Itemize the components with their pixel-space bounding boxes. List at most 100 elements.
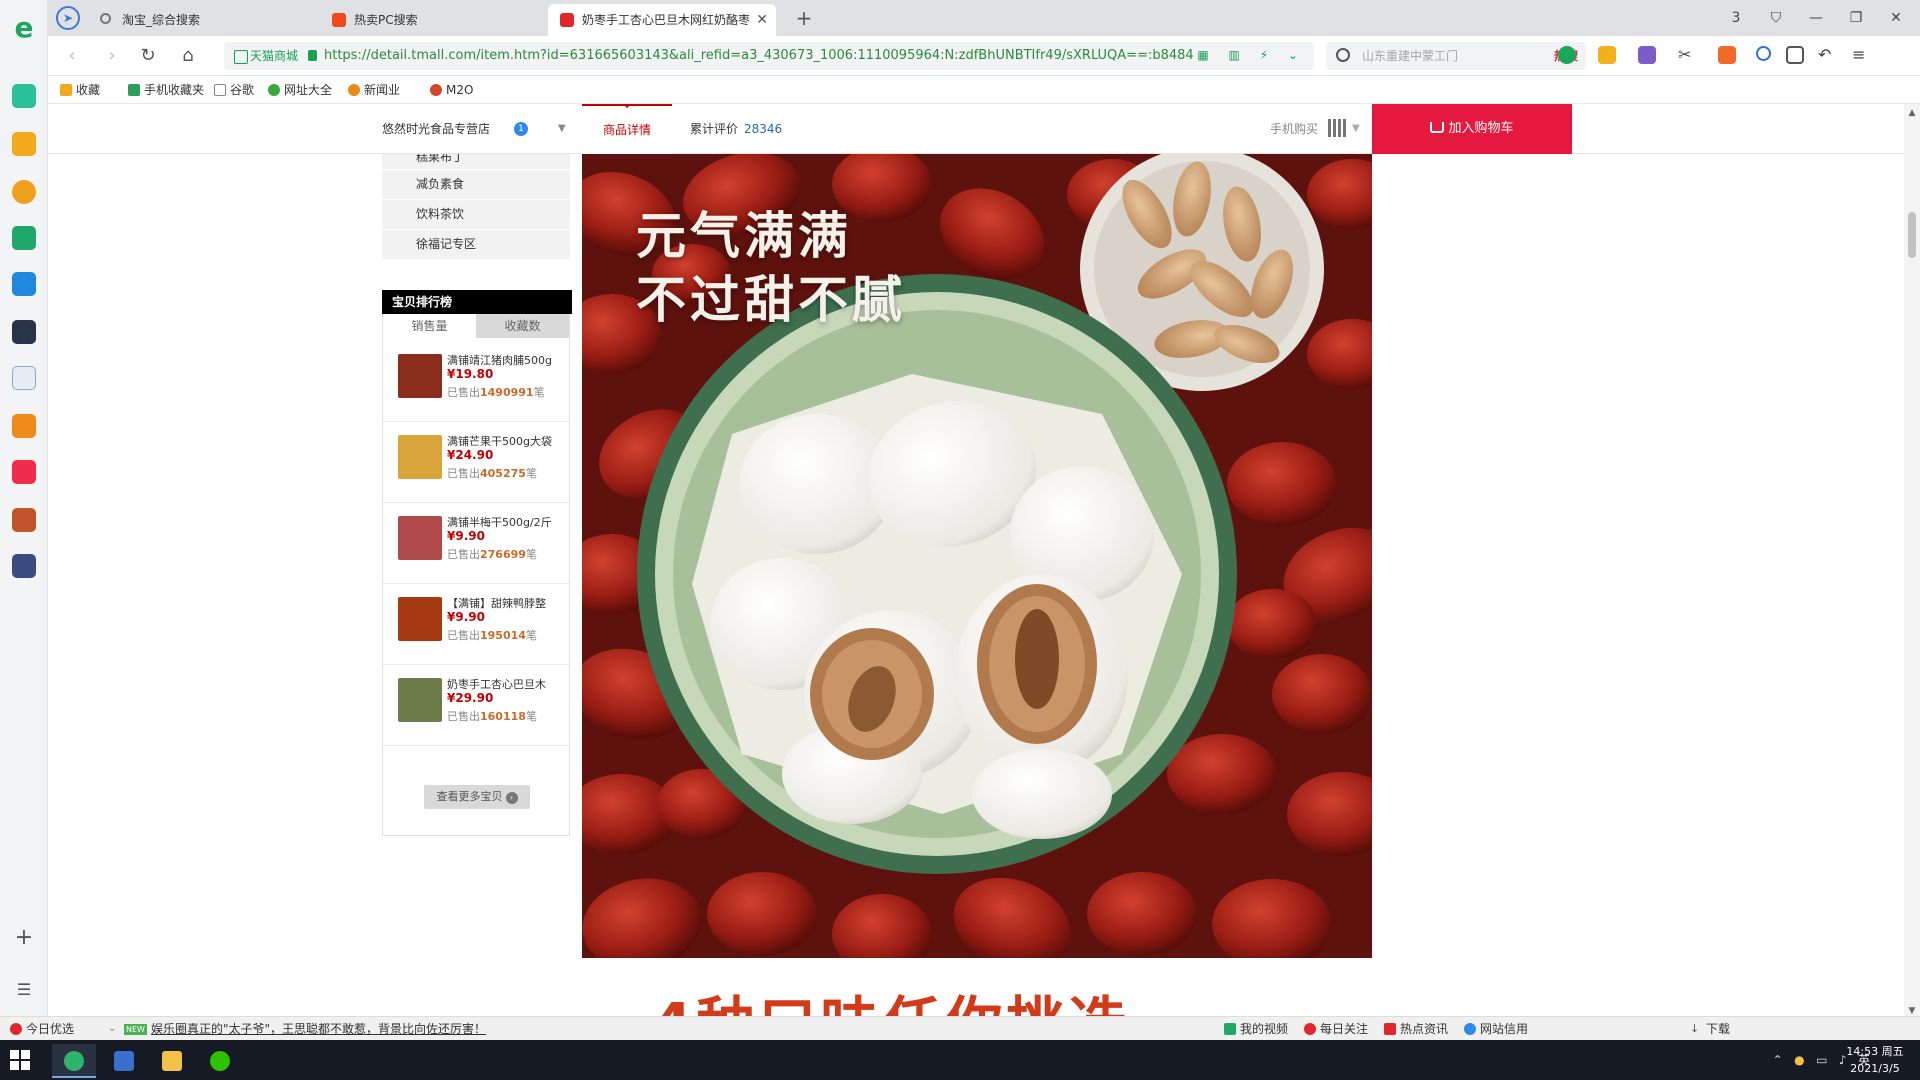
menu-list-icon[interactable]: ☰ [12,978,36,1002]
tab-hot-search[interactable]: 热卖PC搜索 [320,4,548,36]
sidebar-app-icon[interactable] [12,84,36,108]
view-more-button[interactable]: 查看更多宝贝 › [424,785,530,809]
minimize-button[interactable]: — [1802,6,1830,30]
translate-icon[interactable] [1638,46,1656,64]
scroll-down-icon[interactable]: ▼ [1907,1006,1917,1016]
chevron-down-icon[interactable]: ▼ [1352,104,1360,154]
product-thumbnail[interactable] [398,435,442,479]
mail-icon[interactable] [12,226,36,250]
tray-expand-icon[interactable]: ⌃ [1773,1053,1783,1067]
scroll-thumb[interactable] [1908,212,1916,258]
tab-reviews[interactable]: 累计评价 28346 [690,104,782,154]
reload-button[interactable]: ↻ [136,44,160,68]
taskbar-wechat-icon[interactable] [198,1044,242,1078]
scroll-up-icon[interactable]: ▲ [1907,108,1917,118]
bookmark-google[interactable]: 谷歌 [214,76,254,104]
mobile-buy-label[interactable]: 手机购买 [1270,104,1318,154]
my-video[interactable]: 我的视频 [1224,1017,1288,1041]
product-thumbnail[interactable] [398,678,442,722]
forward-button[interactable]: › [100,44,124,68]
undo-icon[interactable]: ↶ [1818,46,1836,64]
sidebar-app-icon[interactable] [12,460,36,484]
back-button[interactable]: ‹ [60,44,84,68]
category-item[interactable]: 糕果布丁 [382,154,570,169]
restore-button[interactable]: ❐ [1842,6,1870,30]
product-name[interactable]: 【满铺】甜辣鸭脖整 [447,595,565,611]
product-name[interactable]: 奶枣手工杏心巴旦木 [447,676,565,692]
tab-count-button[interactable]: 3 [1722,6,1750,30]
tab-sales[interactable]: 销售量 [383,314,476,338]
game-icon[interactable] [12,508,36,532]
sidebar-app-icon[interactable] [12,320,36,344]
product-thumbnail[interactable] [398,354,442,398]
product-sold: 已售出1490991笔 [447,386,545,399]
game-controller-icon[interactable] [1718,46,1736,64]
browser-logo-icon[interactable]: e [10,14,38,42]
bookmark-site-directory[interactable]: 网址大全 [268,76,332,104]
taskbar-browser-icon[interactable] [52,1044,96,1078]
category-item[interactable]: 徐福记专区 [382,230,570,259]
new-tab-button[interactable]: + [792,6,816,30]
scissors-icon[interactable]: ✂ [1678,46,1696,64]
bookmark-news[interactable]: 新闻业 [348,76,400,104]
tray-app-icon[interactable]: ● [1794,1053,1804,1067]
hot-news[interactable]: 热点资讯 [1384,1017,1448,1041]
tab-taobao-search[interactable]: 淘宝_综合搜索 [88,4,316,36]
bookmark-favorites[interactable]: 收藏 [60,76,100,104]
download[interactable]: ↓ 下载 [1690,1017,1730,1041]
weibo-icon[interactable] [12,180,36,204]
zoom-icon[interactable] [1756,46,1771,61]
product-name[interactable]: 满铺芒果干500g大袋 [447,433,565,449]
document-icon[interactable] [12,366,36,390]
add-app-icon[interactable]: + [12,926,36,950]
daily-focus[interactable]: 每日关注 [1304,1017,1368,1041]
menu-icon[interactable]: ≡ [1852,46,1870,64]
page-scrollbar[interactable]: ▲ ▼ [1904,104,1920,1024]
product-thumbnail[interactable] [398,597,442,641]
taskbar-app-icon[interactable] [102,1044,146,1078]
address-tools-icon[interactable]: ▦ ▥ ⚡ ⌄ [1197,48,1306,64]
tab-favorites[interactable]: 收藏数 [476,314,569,338]
product-name[interactable]: 满铺半梅干500g/2斤 [447,514,565,530]
close-tab-icon[interactable]: ✕ [756,4,768,36]
tab-product-details[interactable]: 商品详情 [582,104,672,154]
address-bar[interactable]: 天猫商城 https://detail.tmall.com/item.htm?i… [224,42,1314,70]
favorites-star-icon[interactable] [12,132,36,156]
product-name[interactable]: 满铺靖江猪肉脯500g [447,352,565,368]
game-icon[interactable] [12,554,36,578]
ranking-item[interactable]: 满铺半梅干500g/2斤 ¥9.90 已售出276699笔 [383,504,569,584]
search-input[interactable]: 山东重建中蒙工门 [1362,42,1492,70]
url-input[interactable]: https://detail.tmall.com/item.htm?id=631… [324,42,1204,70]
taskbar-folder-icon[interactable] [150,1044,194,1078]
category-item[interactable]: 减负素食 [382,170,570,199]
tab-product[interactable]: 奶枣手工杏心巴旦木网红奶酪枣 ✕ [548,4,776,36]
site-credit[interactable]: 网站信用 [1464,1017,1528,1041]
bookmark-mobile[interactable]: 手机收藏夹 [128,76,204,104]
extension-icon[interactable] [1558,46,1576,64]
sidebar-app-icon[interactable] [12,272,36,296]
sidebar-app-icon[interactable] [12,414,36,438]
search-box[interactable]: 山东重建中蒙工门 热搜 [1326,42,1586,70]
windows-start-icon[interactable] [10,1050,30,1070]
grid-icon[interactable] [1786,46,1804,64]
skin-button[interactable]: ⛉ [1762,6,1790,30]
qrcode-icon[interactable] [1328,119,1346,137]
ranking-item[interactable]: 【满铺】甜辣鸭脖整 ¥9.90 已售出195014笔 [383,585,569,665]
product-thumbnail[interactable] [398,516,442,560]
system-clock[interactable]: 14:53 周五 2021/3/5 [1845,1043,1905,1077]
ranking-item[interactable]: 奶枣手工杏心巴旦木 ¥29.90 已售出160118笔 [383,666,569,746]
shield-icon[interactable] [1598,46,1616,64]
close-window-button[interactable]: ✕ [1882,6,1910,30]
ranking-item[interactable]: 满铺芒果干500g大袋 ¥24.90 已售出405275笔 [383,423,569,503]
network-icon[interactable]: ▭ [1816,1053,1827,1067]
store-name[interactable]: 悠然时光食品专营店 [382,104,490,154]
bookmark-m2o[interactable]: M2O [430,76,473,104]
ranking-item[interactable]: 满铺靖江猪肉脯500g ¥19.80 已售出1490991笔 [383,342,569,422]
today-pick[interactable]: 今日优选 [10,1017,74,1041]
home-button[interactable]: ⌂ [176,44,200,68]
navigation-icon[interactable]: ➤ [56,6,80,30]
add-to-cart-button[interactable]: 加入购物车 [1372,104,1572,154]
news-ticker[interactable]: ⌄ NEW 娱乐圈真正的"太子爷"，王思聪都不敢惹，背景比向佐还厉害！ [108,1017,488,1041]
chevron-down-icon[interactable]: ▼ [558,104,566,154]
category-item[interactable]: 饮料茶饮 [382,200,570,229]
